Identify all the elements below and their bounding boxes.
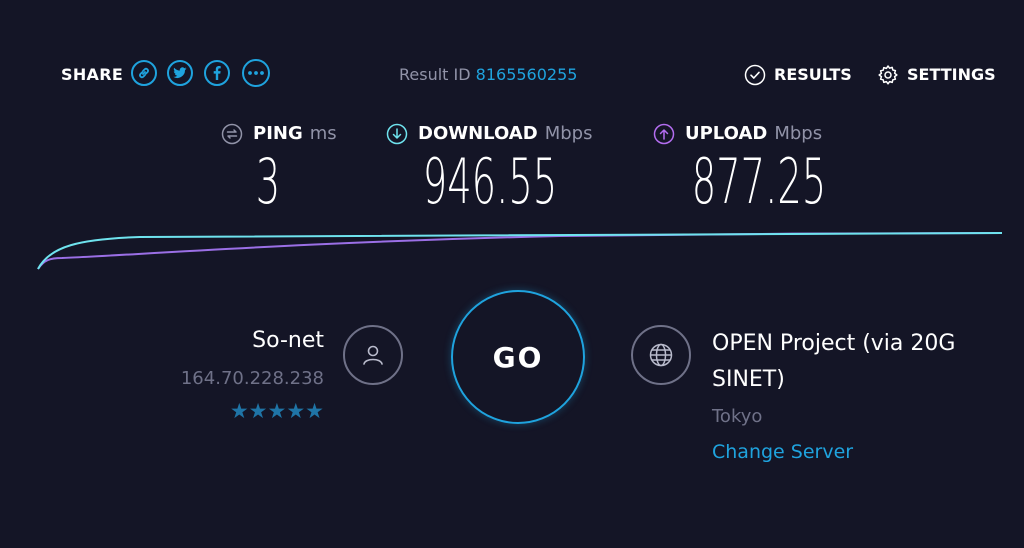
upload-icon xyxy=(653,123,675,145)
result-id-value[interactable]: 8165560255 xyxy=(476,65,578,84)
share-twitter-button[interactable] xyxy=(167,60,193,86)
upload-header: UPLOAD Mbps xyxy=(653,122,822,146)
upload-value: 877.25 xyxy=(691,145,827,218)
go-label: GO xyxy=(492,340,544,374)
settings-button[interactable]: SETTINGS xyxy=(877,64,996,86)
twitter-icon xyxy=(173,67,187,78)
server-icon-circle xyxy=(631,325,691,385)
server-name: OPEN Project (via 20G SINET) xyxy=(712,331,956,392)
more-icon xyxy=(248,71,264,75)
ping-unit: ms xyxy=(309,123,337,144)
ping-icon xyxy=(221,123,243,145)
result-id: Result ID 8165560255 xyxy=(399,64,577,86)
share-facebook-button[interactable] xyxy=(204,60,230,86)
globe-icon xyxy=(649,343,673,367)
results-button[interactable]: RESULTS xyxy=(744,64,852,86)
ping-header: PING ms xyxy=(221,122,337,146)
isp-ip: 164.70.228.238 xyxy=(180,368,324,389)
isp-name: So-net xyxy=(252,328,324,353)
settings-label: SETTINGS xyxy=(907,65,996,84)
server-location: Tokyo xyxy=(712,406,763,427)
speed-graph xyxy=(37,232,1003,270)
user-icon xyxy=(363,345,383,365)
result-id-label: Result ID xyxy=(399,65,471,84)
download-value: 946.55 xyxy=(422,145,558,218)
share-label: SHARE xyxy=(61,65,124,84)
check-circle-icon xyxy=(744,64,766,86)
share-link-button[interactable] xyxy=(131,60,157,86)
link-icon xyxy=(139,67,149,79)
download-header: DOWNLOAD Mbps xyxy=(386,122,592,146)
gear-icon xyxy=(878,65,898,85)
download-icon xyxy=(386,123,408,145)
upload-unit: Mbps xyxy=(774,123,823,144)
download-unit: Mbps xyxy=(544,123,593,144)
isp-rating[interactable]: ★★★★★ xyxy=(200,398,324,424)
upload-speed-line xyxy=(37,232,1003,270)
upload-label: UPLOAD xyxy=(685,123,768,144)
download-label: DOWNLOAD xyxy=(418,123,538,144)
ping-value: 3 xyxy=(255,145,281,218)
facebook-icon xyxy=(213,66,221,80)
change-server-link[interactable]: Change Server xyxy=(712,439,853,465)
ping-label: PING xyxy=(253,123,303,144)
share-more-button[interactable] xyxy=(242,59,270,87)
isp-icon-circle xyxy=(343,325,403,385)
go-button[interactable]: GO xyxy=(451,290,585,424)
results-label: RESULTS xyxy=(774,65,852,84)
